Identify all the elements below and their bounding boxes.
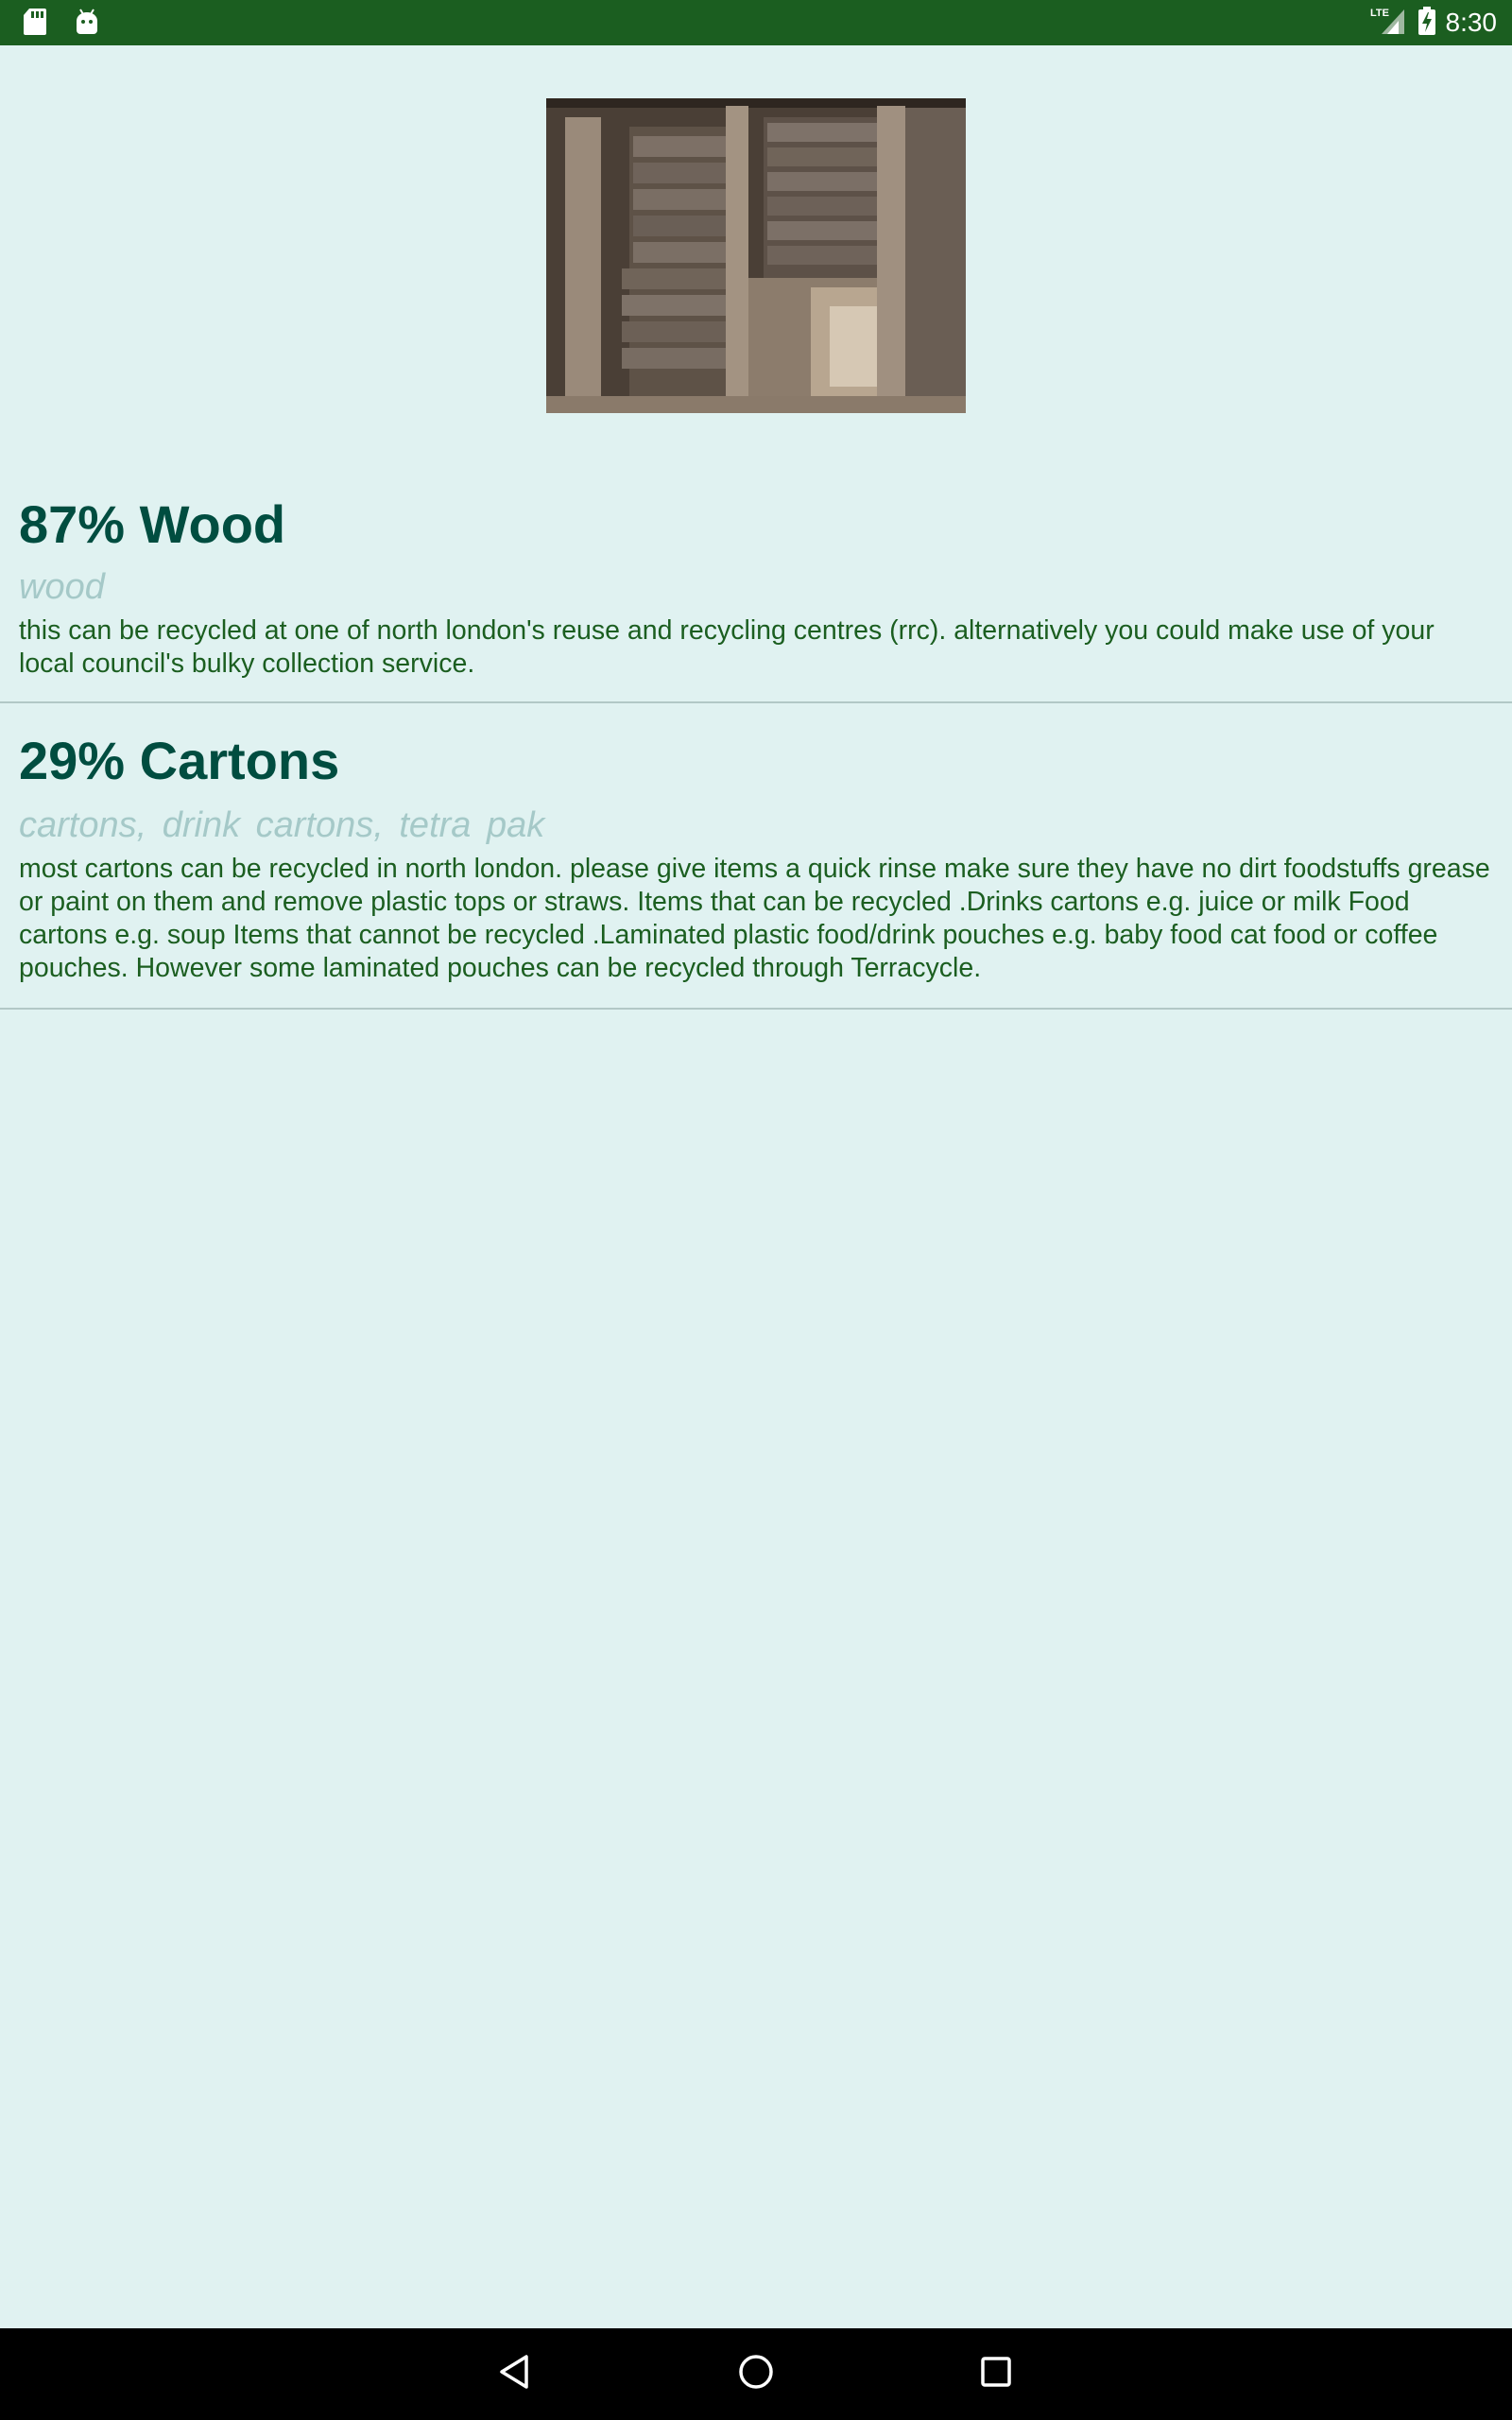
- results-screen: 87% Wood wood this can be recycled at on…: [0, 45, 1512, 2328]
- result-description: most cartons can be recycled in north lo…: [19, 854, 1490, 983]
- system-icons: LTE 8:30: [1370, 4, 1498, 42]
- navigation-bar: [0, 2328, 1512, 2420]
- result-title: 87% Wood: [19, 494, 286, 554]
- back-icon: [496, 2353, 534, 2395]
- result-item[interactable]: 87% Wood wood this can be recycled at on…: [0, 471, 1512, 703]
- clock: 8:30: [1445, 8, 1498, 37]
- recents-button[interactable]: [970, 2347, 1022, 2400]
- battery-charging-icon: [1418, 6, 1436, 41]
- result-description: this can be recycled at one of north lon…: [19, 615, 1435, 679]
- recents-icon: [977, 2353, 1015, 2395]
- sd-card-icon: [23, 8, 47, 41]
- home-icon: [737, 2353, 775, 2395]
- scanned-item-photo: [546, 98, 966, 413]
- result-title: 29% Cartons: [19, 731, 340, 790]
- back-button[interactable]: [489, 2347, 541, 2400]
- notification-icons: [23, 8, 100, 41]
- android-debug-icon: [74, 8, 100, 41]
- result-tags: cartons, drink cartons, tetra pak: [19, 805, 545, 845]
- status-bar: LTE 8:30: [0, 0, 1512, 45]
- result-tags: wood: [19, 567, 105, 607]
- signal-icon: LTE: [1370, 6, 1408, 41]
- result-item[interactable]: 29% Cartons cartons, drink cartons, tetr…: [0, 703, 1512, 1010]
- home-button[interactable]: [730, 2347, 782, 2400]
- network-type-label: LTE: [1370, 8, 1389, 19]
